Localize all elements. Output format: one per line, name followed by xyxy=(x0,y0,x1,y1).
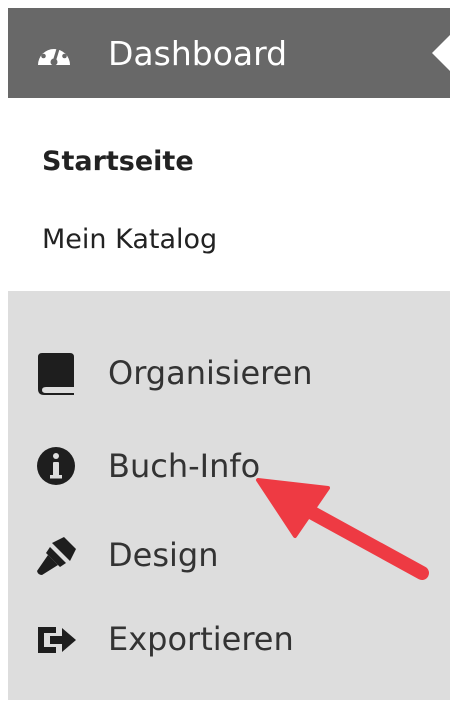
menu-item-label: Buch-Info xyxy=(108,447,261,485)
menu-item-buch-info[interactable]: Buch-Info xyxy=(8,436,450,496)
menu-item-design[interactable]: Design xyxy=(8,525,450,585)
menu-item-label: Design xyxy=(108,536,219,574)
info-icon xyxy=(37,447,75,485)
book-icon xyxy=(38,353,74,395)
dashboard-gauge-icon xyxy=(38,41,70,66)
main-menu: Organisieren Buch-Info Design Exportiere… xyxy=(8,291,450,700)
admin-sidebar-menu: Dashboard Startseite Mein Katalog Organi… xyxy=(8,8,450,700)
paintbrush-icon xyxy=(37,537,76,575)
export-icon xyxy=(38,627,76,653)
menu-item-label: Exportieren xyxy=(108,620,294,658)
dashboard-submenu: Startseite Mein Katalog xyxy=(8,98,450,291)
dashboard-label: Dashboard xyxy=(108,34,288,73)
dashboard-menu-item[interactable]: Dashboard xyxy=(8,8,450,98)
menu-item-label: Organisieren xyxy=(108,354,313,392)
submenu-item-mein-katalog[interactable]: Mein Katalog xyxy=(42,223,217,257)
submenu-item-startseite[interactable]: Startseite xyxy=(42,145,194,179)
menu-item-organisieren[interactable]: Organisieren xyxy=(8,343,450,403)
active-menu-pointer xyxy=(432,35,450,71)
menu-item-exportieren[interactable]: Exportieren xyxy=(8,609,450,669)
